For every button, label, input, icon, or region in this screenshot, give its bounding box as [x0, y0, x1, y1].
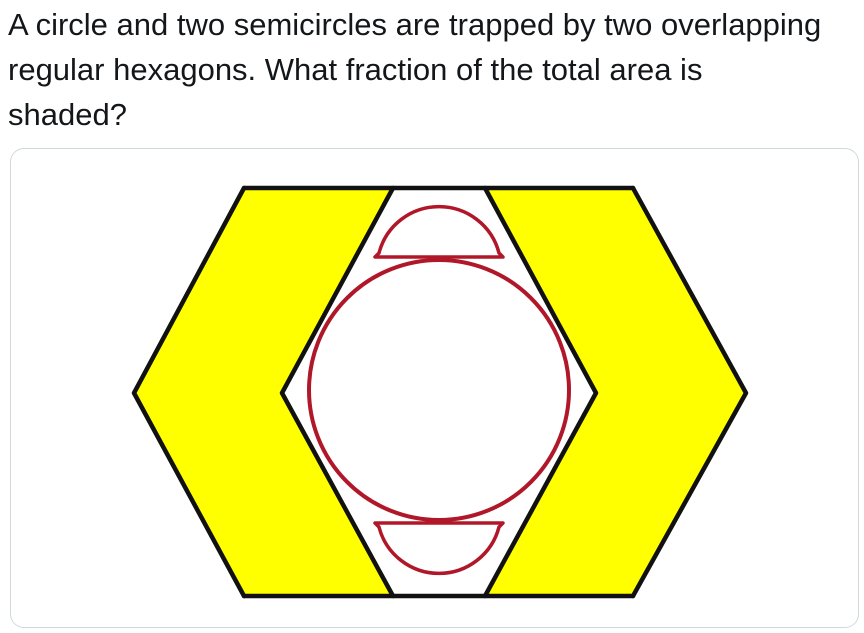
puzzle-image-card[interactable]: [10, 148, 859, 628]
question-text: A circle and two semicircles are trapped…: [8, 7, 822, 132]
central-circle: [307, 258, 571, 522]
bottom-semicircle: [373, 521, 505, 576]
right-shaded-region: [485, 188, 746, 596]
puzzle-figure: [131, 185, 749, 599]
top-semicircle: [373, 204, 505, 259]
left-shaded-region: [134, 188, 393, 596]
